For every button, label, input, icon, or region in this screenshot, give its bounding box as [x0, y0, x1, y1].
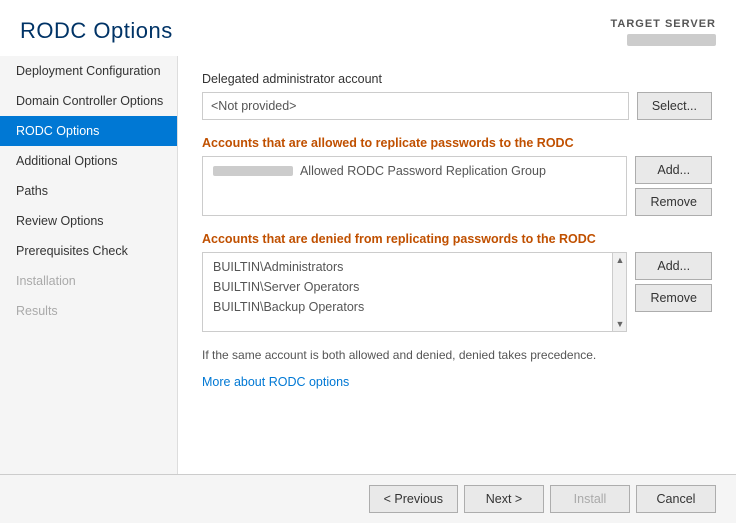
denied-listbox-container: BUILTIN\Administrators BUILTIN\Server Op… — [202, 252, 712, 332]
main-layout: Deployment Configuration Domain Controll… — [0, 56, 736, 474]
allowed-listbox[interactable]: Allowed RODC Password Replication Group — [202, 156, 627, 216]
denied-section: Accounts that are denied from replicatin… — [202, 232, 712, 332]
list-item: BUILTIN\Backup Operators — [207, 297, 612, 317]
allowed-section-label: Accounts that are allowed to replicate p… — [202, 136, 712, 150]
content-area: Delegated administrator account <Not pro… — [178, 56, 736, 474]
select-button[interactable]: Select... — [637, 92, 712, 120]
cancel-button[interactable]: Cancel — [636, 485, 716, 513]
denied-listbox[interactable]: BUILTIN\Administrators BUILTIN\Server Op… — [202, 252, 627, 332]
page-title: RODC Options — [20, 18, 173, 44]
denied-section-label: Accounts that are denied from replicatin… — [202, 232, 712, 246]
header: RODC Options TARGET SERVER — [0, 0, 736, 56]
target-server-label: TARGET SERVER — [611, 18, 717, 30]
sidebar-item-installation: Installation — [0, 266, 177, 296]
info-text: If the same account is both allowed and … — [202, 348, 712, 362]
delegated-label: Delegated administrator account — [202, 72, 712, 86]
scrollbar[interactable]: ▲ ▼ — [612, 253, 626, 331]
delegated-row: <Not provided> Select... — [202, 92, 712, 120]
allowed-section: Accounts that are allowed to replicate p… — [202, 136, 712, 216]
install-button: Install — [550, 485, 630, 513]
scroll-down-arrow[interactable]: ▼ — [613, 317, 626, 331]
allowed-add-button[interactable]: Add... — [635, 156, 712, 184]
target-server-block: TARGET SERVER — [611, 18, 717, 46]
allowed-buttons: Add... Remove — [635, 156, 712, 216]
delegated-value: <Not provided> — [202, 92, 629, 120]
sidebar-item-prerequisites-check[interactable]: Prerequisites Check — [0, 236, 177, 266]
denied-add-button[interactable]: Add... — [635, 252, 712, 280]
next-button[interactable]: Next > — [464, 485, 544, 513]
sidebar-item-paths[interactable]: Paths — [0, 176, 177, 206]
sidebar-item-results: Results — [0, 296, 177, 326]
target-server-value — [627, 34, 716, 46]
more-about-link[interactable]: More about RODC options — [202, 375, 349, 389]
delegated-block: Delegated administrator account <Not pro… — [202, 72, 712, 120]
list-item: Allowed RODC Password Replication Group — [207, 161, 612, 181]
allowed-remove-button[interactable]: Remove — [635, 188, 712, 216]
denied-buttons: Add... Remove — [635, 252, 712, 312]
sidebar: Deployment Configuration Domain Controll… — [0, 56, 178, 474]
allowed-listbox-container: Allowed RODC Password Replication Group … — [202, 156, 712, 216]
sidebar-item-review-options[interactable]: Review Options — [0, 206, 177, 236]
sidebar-item-rodc-options[interactable]: RODC Options — [0, 116, 177, 146]
denied-remove-button[interactable]: Remove — [635, 284, 712, 312]
footer: < Previous Next > Install Cancel — [0, 474, 736, 523]
list-item: BUILTIN\Administrators — [207, 257, 612, 277]
sidebar-item-additional-options[interactable]: Additional Options — [0, 146, 177, 176]
previous-button[interactable]: < Previous — [369, 485, 458, 513]
sidebar-item-deployment-configuration[interactable]: Deployment Configuration — [0, 56, 177, 86]
sidebar-item-domain-controller-options[interactable]: Domain Controller Options — [0, 86, 177, 116]
scroll-up-arrow[interactable]: ▲ — [613, 253, 626, 267]
list-item: BUILTIN\Server Operators — [207, 277, 612, 297]
